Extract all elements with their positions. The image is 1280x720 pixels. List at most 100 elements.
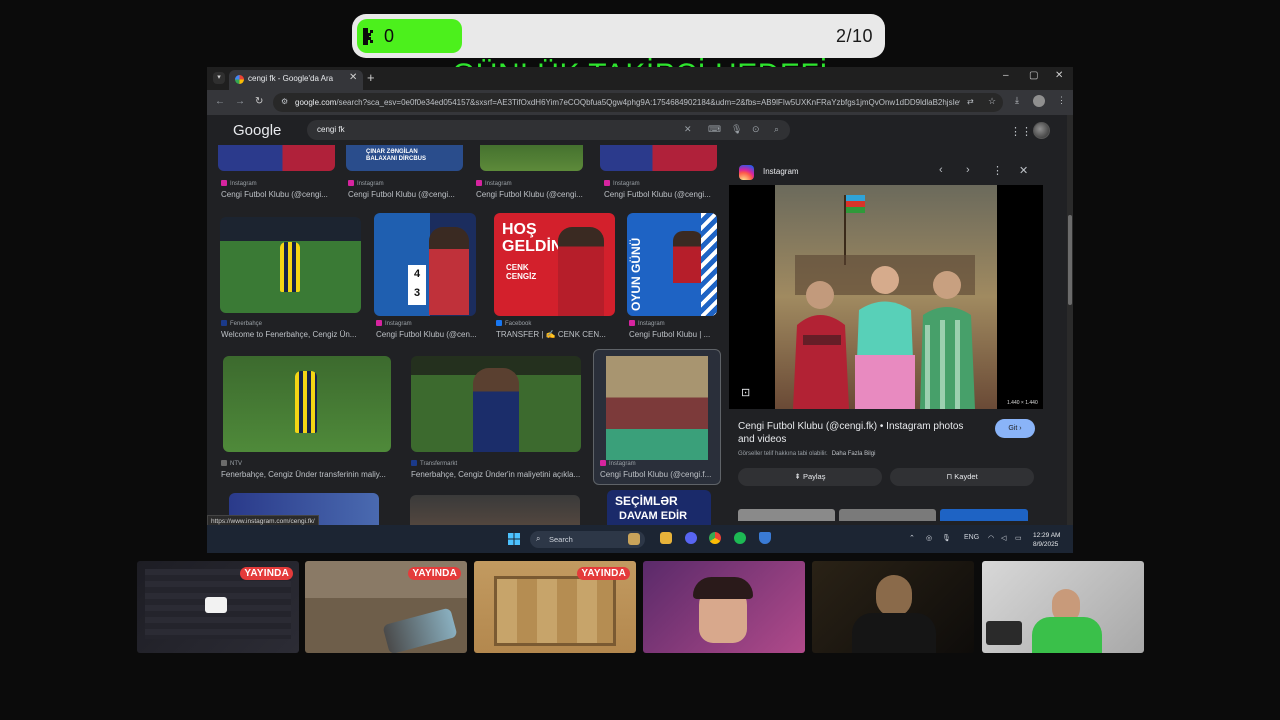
tab-google-search[interactable]: cengi fk - Google'da Ara ✕ [229, 70, 363, 90]
webcam-tile-4[interactable] [643, 561, 805, 653]
result-source: Transfermarkt [411, 460, 457, 467]
voice-search-icon[interactable]: 🎙 [731, 124, 742, 135]
minimize-button[interactable]: – [1003, 70, 1009, 81]
taskbar-search[interactable]: ⌕ Search [530, 531, 645, 548]
new-tab-button[interactable]: + [367, 70, 375, 85]
result-caption[interactable]: TRANSFER | ✍ CENK CEN... [496, 330, 616, 339]
stream-tile-2[interactable]: YAYINDA [305, 561, 467, 653]
score-board: 43 [408, 265, 426, 305]
forward-icon[interactable]: → [235, 96, 245, 107]
result-thumbnail-selected[interactable]: Instagram Cengi Futbol Klubu (@cengi.f..… [593, 349, 721, 485]
language-indicator[interactable]: ENG [964, 534, 979, 541]
spotify-icon[interactable] [734, 532, 746, 544]
tab-close-icon[interactable]: ✕ [349, 72, 357, 83]
panel-title[interactable]: Cengi Futbol Klubu (@cengi.fk) • Instagr… [738, 420, 978, 446]
result-caption[interactable]: Cengi Futbol Klubu (@cengi.f... [600, 470, 716, 479]
related-thumbnail[interactable] [940, 509, 1028, 521]
game-board [494, 576, 616, 646]
microphone-icon[interactable]: 🎙 [942, 534, 951, 542]
close-window-button[interactable]: ✕ [1055, 70, 1063, 81]
related-thumbnail[interactable] [839, 509, 936, 521]
result-thumbnail[interactable]: ÇINAR ZƏNGİLAN BALAXANI DİRCBUS [346, 145, 463, 171]
menu-icon[interactable]: ⋮ [1057, 95, 1066, 106]
page-scrollbar[interactable] [1067, 115, 1073, 525]
result-thumbnail[interactable] [218, 145, 335, 171]
result-thumbnail[interactable] [410, 495, 580, 525]
lens-search-icon[interactable]: ⊙ [752, 124, 760, 135]
taskbar-date[interactable]: 8/9/2025 [1033, 541, 1058, 548]
wifi-icon[interactable]: ◠ [988, 534, 994, 542]
bookmark-icon: ⊓ [946, 472, 953, 481]
result-thumbnail[interactable] [411, 356, 581, 452]
stripe-decoration [701, 213, 717, 316]
battery-icon[interactable]: ▭ [1015, 534, 1022, 542]
file-explorer-icon[interactable] [660, 532, 672, 544]
result-caption[interactable]: Fenerbahçe, Cengiz Ünder'in maliyetini a… [411, 470, 583, 479]
result-thumbnail[interactable]: SEÇİMLƏR DAVAM EDİR [607, 490, 711, 525]
webcam-tile-6[interactable] [982, 561, 1144, 653]
search-icon[interactable]: ⌕ [774, 124, 779, 135]
search-icon: ⌕ [536, 534, 541, 543]
result-caption[interactable]: Fenerbahçe, Cengiz Ünder transferinin ma… [221, 470, 393, 479]
streamer-body [1032, 617, 1102, 653]
stream-tile-3[interactable]: YAYINDA [474, 561, 636, 653]
result-thumbnail[interactable]: HOŞ GELDİN CENK CENGİZ [494, 213, 615, 316]
address-bar[interactable]: ⚙ google.com/search?sca_esv=0e0f0e34ed05… [273, 93, 1003, 112]
share-button[interactable]: ⇞ Paylaş [738, 468, 882, 486]
back-icon[interactable]: ← [215, 96, 225, 107]
keyboard-icon[interactable]: ⌨ [708, 124, 721, 135]
image-dimensions: 1.440 × 1.440 [1007, 400, 1038, 406]
taskbar-time[interactable]: 12:29 AM [1033, 532, 1060, 539]
panel-source[interactable]: Instagram [763, 167, 799, 176]
result-thumbnail[interactable] [223, 356, 391, 452]
result-caption[interactable]: Cengi Futbol Klubu (@cengi... [348, 190, 466, 199]
taskbar-search-label: Search [549, 535, 573, 544]
more-options-icon[interactable]: ⋮ [992, 164, 1003, 177]
tray-app-icon[interactable]: ◎ [926, 534, 932, 542]
go-button[interactable]: Git › [995, 419, 1035, 438]
result-thumbnail[interactable]: 43 [374, 213, 476, 316]
result-caption[interactable]: Cengi Futbol Klubu (@cengi... [604, 190, 722, 199]
maximize-button[interactable]: ▢ [1029, 70, 1038, 81]
result-caption[interactable]: Welcome to Fenerbahçe, Cengiz Ün... [221, 330, 363, 339]
result-caption[interactable]: Cengi Futbol Klubu (@cengi... [221, 190, 339, 199]
tab-title: cengi fk - Google'da Ara [248, 74, 334, 83]
stream-tile-1[interactable]: YAYINDA [137, 561, 299, 653]
reload-icon[interactable]: ↻ [255, 96, 263, 107]
learn-more-link[interactable]: Daha Fazla Bilgi [832, 451, 876, 457]
result-thumbnail[interactable] [600, 145, 717, 171]
thumb-banner-text: ÇINAR ZƏNGİLAN BALAXANI DİRCBUS [366, 149, 426, 162]
google-account-avatar[interactable] [1033, 122, 1050, 139]
preview-image[interactable] [775, 185, 997, 409]
chrome-icon[interactable] [709, 532, 721, 544]
site-info-icon[interactable]: ⚙ [281, 97, 288, 106]
previous-image-icon[interactable]: ‹ [939, 164, 943, 176]
result-caption[interactable]: Cengi Futbol Klubu | ... [629, 330, 721, 339]
next-image-icon[interactable]: › [966, 164, 970, 176]
result-caption[interactable]: Cengi Futbol Klubu (@cengi... [476, 190, 594, 199]
shield-app-icon[interactable] [759, 532, 771, 544]
result-thumbnail[interactable]: OYUN GÜNÜ [627, 213, 717, 316]
google-logo[interactable]: Google [233, 122, 281, 139]
volume-icon[interactable]: ◁ [1001, 534, 1006, 542]
result-caption[interactable]: Cengi Futbol Klubu (@cen... [376, 330, 486, 339]
windows-start-icon[interactable] [508, 533, 520, 545]
close-panel-icon[interactable]: ✕ [1019, 164, 1028, 177]
result-thumbnail[interactable] [220, 217, 361, 313]
apps-grid-icon[interactable]: ⋮⋮ [1010, 125, 1032, 138]
profile-avatar[interactable] [1033, 95, 1045, 107]
lens-icon[interactable]: ⊡ [741, 386, 750, 399]
discord-icon[interactable] [685, 532, 697, 544]
download-icon[interactable]: ⤓ [1015, 95, 1019, 106]
related-thumbnail[interactable] [738, 509, 835, 521]
save-button[interactable]: ⊓ Kaydet [890, 468, 1034, 486]
tray-overflow-icon[interactable]: ⌃ [909, 534, 915, 542]
scrollbar-thumb[interactable] [1068, 215, 1072, 305]
bookmark-star-icon[interactable]: ☆ [988, 96, 996, 107]
clear-search-icon[interactable]: ✕ [684, 124, 692, 135]
translate-icon[interactable]: ⇄ [967, 97, 974, 106]
result-thumbnail[interactable] [480, 145, 583, 171]
tab-search-button[interactable]: ▾ [213, 72, 225, 84]
google-search-box[interactable]: cengi fk ✕ ⌨ 🎙 ⊙ ⌕ [307, 120, 790, 140]
webcam-tile-5[interactable] [812, 561, 974, 653]
